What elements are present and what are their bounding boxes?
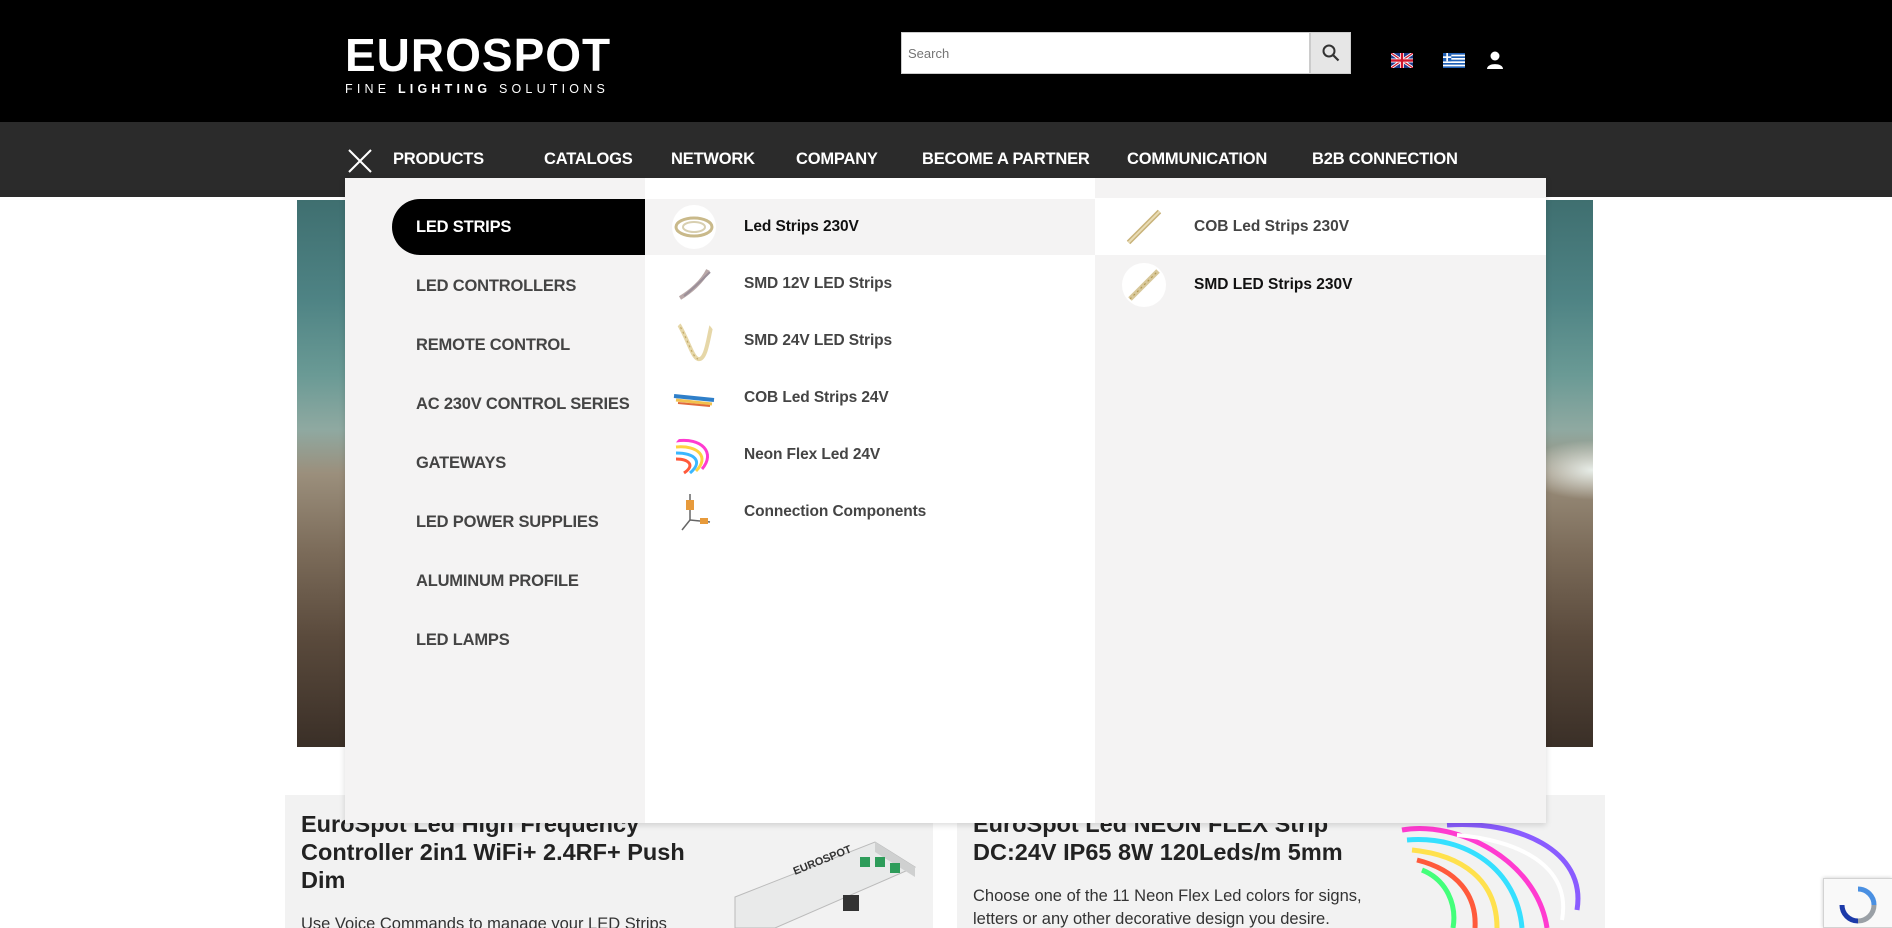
neon-flex-icon <box>672 433 716 477</box>
smd-230v-strip-icon <box>1122 262 1166 307</box>
subcategory-label: SMD 12V LED Strips <box>744 275 893 292</box>
uk-flag-icon[interactable] <box>1391 53 1413 68</box>
subcategory-label: Connection Components <box>744 503 927 520</box>
nav-b2b-connection[interactable]: B2B CONNECTION <box>1312 150 1458 169</box>
subcategory-column: Led Strips 230V SMD 12V LED Strips SMD 2… <box>645 178 1095 823</box>
cob-230v-strip-icon <box>1122 205 1166 249</box>
card-description: Use Voice Commands to manage your LED St… <box>301 915 667 928</box>
nav-communication[interactable]: COMMUNICATION <box>1127 150 1267 169</box>
nav-catalogs[interactable]: CATALOGS <box>544 150 633 169</box>
smd-24v-strip-icon <box>672 319 716 363</box>
search-icon <box>1322 44 1339 62</box>
close-menu-icon[interactable] <box>347 148 373 174</box>
subcategory-label: COB Led Strips 24V <box>744 389 889 406</box>
item-cob-led-strips-230v[interactable]: COB Led Strips 230V <box>1095 198 1546 255</box>
category-ac-230v-control-series[interactable]: AC 230V CONTROL SERIES <box>392 376 645 432</box>
search-button[interactable] <box>1310 32 1351 74</box>
recaptcha-badge[interactable] <box>1823 878 1892 928</box>
subcategory-connection-components[interactable]: Connection Components <box>645 484 1095 540</box>
nav-network[interactable]: NETWORK <box>671 150 755 169</box>
recaptcha-icon <box>1839 886 1877 924</box>
nav-become-a-partner[interactable]: BECOME A PARTNER <box>922 150 1090 169</box>
eurospot-logo[interactable]: EUROSPOT FINE LIGHTING SOLUTIONS <box>345 32 611 96</box>
greek-flag-icon[interactable] <box>1443 53 1465 68</box>
card-description: Choose one of the 11 Neon Flex Led color… <box>973 887 1362 928</box>
search-bar <box>901 32 1351 74</box>
category-aluminum-profile[interactable]: ALUMINUM PROFILE <box>392 553 645 609</box>
category-led-power-supplies[interactable]: LED POWER SUPPLIES <box>392 494 645 550</box>
connector-icon <box>672 490 716 534</box>
controller-product-image: EUROSPOT <box>734 841 917 928</box>
header: EUROSPOT FINE LIGHTING SOLUTIONS <box>0 0 1892 122</box>
subcategory-neon-flex-led-24v[interactable]: Neon Flex Led 24V <box>645 427 1095 483</box>
cob-24v-strip-icon <box>672 376 716 420</box>
subcategory-label: Led Strips 230V <box>744 218 859 235</box>
products-mega-menu: LED STRIPS LED CONTROLLERS REMOTE CONTRO… <box>345 178 1546 823</box>
category-led-strips[interactable]: LED STRIPS <box>392 199 645 255</box>
third-level-column: COB Led Strips 230V SMD LED Strips 230V <box>1095 178 1546 823</box>
smd-12v-strip-icon <box>672 262 716 306</box>
search-input[interactable] <box>901 32 1310 74</box>
nav-company[interactable]: COMPANY <box>796 150 878 169</box>
item-label: COB Led Strips 230V <box>1194 217 1350 235</box>
neon-flex-product-image <box>1401 821 1581 928</box>
user-icon[interactable] <box>1485 50 1505 70</box>
category-led-lamps[interactable]: LED LAMPS <box>392 612 645 668</box>
category-led-controllers[interactable]: LED CONTROLLERS <box>392 258 645 314</box>
logo-wordmark: EUROSPOT <box>345 29 612 81</box>
led-strip-reel-icon <box>672 205 716 249</box>
subcategory-smd-12v-led-strips[interactable]: SMD 12V LED Strips <box>645 256 1095 312</box>
category-remote-control[interactable]: REMOTE CONTROL <box>392 317 645 373</box>
item-smd-led-strips-230v[interactable]: SMD LED Strips 230V <box>1095 256 1546 313</box>
subcategory-led-strips-230v[interactable]: Led Strips 230V <box>645 199 1095 255</box>
subcategory-label: SMD 24V LED Strips <box>744 332 893 349</box>
subcategory-smd-24v-led-strips[interactable]: SMD 24V LED Strips <box>645 313 1095 369</box>
nav-products[interactable]: PRODUCTS <box>393 150 484 169</box>
category-gateways[interactable]: GATEWAYS <box>392 435 645 491</box>
subcategory-cob-led-strips-24v[interactable]: COB Led Strips 24V <box>645 370 1095 426</box>
logo-tagline: FINE LIGHTING SOLUTIONS <box>345 82 609 96</box>
category-column: LED STRIPS LED CONTROLLERS REMOTE CONTRO… <box>345 178 645 823</box>
item-label: SMD LED Strips 230V <box>1194 275 1353 293</box>
subcategory-label: Neon Flex Led 24V <box>744 446 881 463</box>
